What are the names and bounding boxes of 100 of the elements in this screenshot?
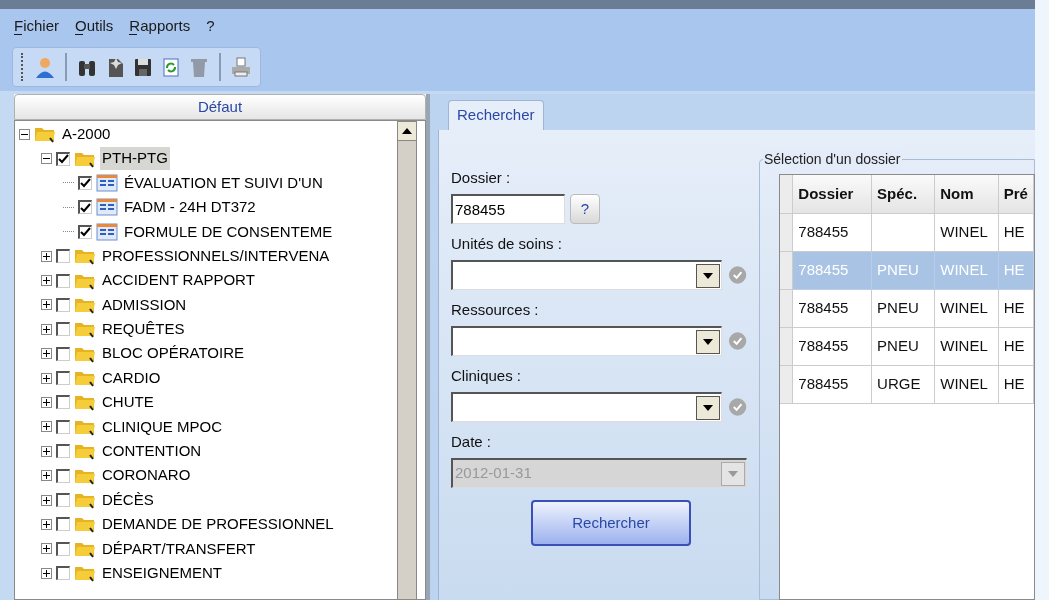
checkbox[interactable]	[56, 566, 70, 581]
table-cell: WINEL	[934, 289, 999, 327]
expander-icon[interactable]	[41, 275, 52, 287]
save-icon[interactable]	[132, 56, 154, 78]
table-cell: 788455	[792, 289, 872, 327]
dropdown[interactable]	[451, 392, 722, 422]
expander-icon[interactable]	[41, 421, 52, 433]
tree-item[interactable]: DEMANDE DE PROFESSIONNEL	[100, 513, 336, 536]
checkbox[interactable]	[78, 224, 92, 239]
checkbox[interactable]	[56, 468, 70, 483]
help-button[interactable]: ?	[570, 194, 600, 224]
expander-icon[interactable]	[41, 323, 52, 335]
header-corner	[780, 175, 793, 213]
tree-item[interactable]: CLINIQUE MPOC	[100, 415, 224, 439]
tree-item[interactable]: DÉPART/TRANSFERT	[100, 537, 258, 561]
tree-item[interactable]: ÉVALUATION ET SUIVI D'UN	[122, 171, 325, 195]
tree-item[interactable]: BLOC OPÉRATOIRE	[100, 342, 246, 365]
tree-item[interactable]: CONTENTION	[100, 440, 204, 463]
tree-item[interactable]: PROFESSIONNELS/INTERVENA	[100, 244, 332, 268]
tree-item[interactable]: FORMULE DE CONSENTEME	[122, 220, 335, 243]
expander-icon[interactable]	[41, 470, 52, 482]
column-header[interactable]: Spéc.	[871, 175, 935, 213]
folder-icon	[74, 564, 96, 583]
folder-icon	[74, 393, 96, 412]
printer-icon[interactable]	[230, 56, 252, 78]
table-cell: PNEU	[871, 327, 935, 365]
tree-item[interactable]: REQUÊTES	[100, 318, 187, 341]
form-icon	[96, 198, 118, 217]
table-cell: 788455	[792, 213, 872, 251]
checkbox[interactable]	[56, 395, 70, 410]
expander-icon[interactable]	[41, 543, 52, 555]
check-icon	[727, 397, 747, 417]
expander-icon[interactable]	[19, 128, 30, 140]
search-button[interactable]: Rechercher	[531, 500, 691, 546]
tree-item[interactable]: CORONARO	[100, 464, 193, 487]
tree-item[interactable]: DÉCÈS	[100, 488, 156, 512]
tree-item[interactable]: CARDIO	[100, 366, 163, 390]
column-header[interactable]: Dossier	[792, 175, 872, 213]
expander-icon[interactable]	[41, 153, 52, 165]
table-cell: URGE	[871, 365, 935, 403]
table-cell: WINEL	[934, 213, 999, 251]
check-icon	[727, 331, 747, 351]
folder-icon	[74, 442, 96, 461]
tree-item[interactable]: ADMISSION	[100, 293, 189, 317]
expander-icon[interactable]	[41, 445, 52, 457]
checkbox[interactable]	[56, 273, 70, 288]
table-cell: WINEL	[934, 365, 999, 403]
tree-item[interactable]: PTH-PTG	[100, 147, 170, 170]
tree-item[interactable]: ACCIDENT RAPPORT	[100, 269, 257, 292]
dropdown[interactable]	[451, 326, 722, 356]
form-icon	[96, 173, 118, 192]
folder-icon	[74, 515, 96, 534]
expander-icon[interactable]	[41, 250, 52, 262]
tab[interactable]: Rechercher	[448, 100, 544, 130]
field-label: Dossier :	[451, 167, 511, 188]
tree-item[interactable]: FADM - 24H DT372	[122, 196, 258, 219]
expander-icon[interactable]	[41, 518, 52, 530]
expander-icon[interactable]	[41, 348, 52, 360]
column-header[interactable]: Nom	[934, 175, 999, 213]
tree-item[interactable]: CHUTE	[100, 391, 156, 414]
folder-icon	[74, 320, 96, 339]
tree-item[interactable]: ENSEIGNEMENT	[100, 561, 224, 585]
field-label: Unités de soins :	[451, 233, 562, 254]
checkbox[interactable]	[56, 541, 70, 556]
checkbox[interactable]	[78, 200, 92, 215]
scroll-up-button[interactable]	[397, 121, 417, 141]
checkbox[interactable]	[56, 517, 70, 532]
checkbox[interactable]	[56, 151, 70, 166]
folder-icon	[74, 491, 96, 510]
checkbox[interactable]	[56, 444, 70, 459]
checkbox[interactable]	[78, 175, 92, 190]
table-cell: WINEL	[934, 251, 999, 289]
checkbox[interactable]	[56, 346, 70, 361]
checkbox[interactable]	[56, 371, 70, 386]
field-label: Ressources :	[451, 299, 539, 320]
expander-icon[interactable]	[41, 372, 52, 384]
expander-icon[interactable]	[41, 397, 52, 408]
expander-icon[interactable]	[41, 494, 52, 506]
expander-icon[interactable]	[41, 567, 52, 579]
scrollbar[interactable]	[397, 121, 417, 599]
refresh-icon[interactable]	[160, 56, 182, 78]
checkbox[interactable]	[56, 493, 70, 508]
input-field[interactable]: 788455	[451, 194, 565, 224]
expander-icon[interactable]	[41, 299, 52, 311]
table-cell: 788455	[792, 251, 872, 289]
menu-item[interactable]: ?	[200, 14, 221, 38]
table-cell: 788455	[792, 365, 872, 403]
folder-icon	[74, 369, 96, 388]
folder-icon	[34, 125, 56, 144]
dropdown[interactable]	[451, 260, 722, 290]
checkbox[interactable]	[56, 249, 70, 264]
check-icon	[727, 265, 747, 285]
table-cell	[871, 213, 935, 251]
column-header[interactable]: Pré	[998, 175, 1034, 213]
checkbox[interactable]	[56, 297, 70, 312]
person-icon[interactable]	[34, 56, 56, 78]
tree-item[interactable]: A-2000	[60, 122, 113, 146]
checkbox[interactable]	[56, 419, 70, 434]
checkbox[interactable]	[56, 322, 70, 337]
table-cell: 788455	[792, 327, 872, 365]
